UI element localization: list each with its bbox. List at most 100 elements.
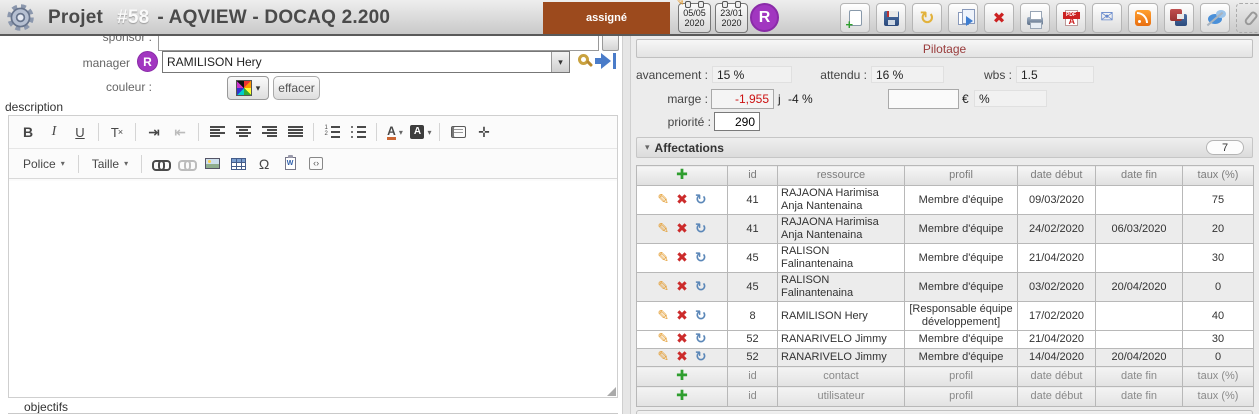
attachment-button[interactable]	[1236, 3, 1259, 33]
end-date-button[interactable]: 23/01 2020	[715, 3, 748, 33]
affectation-row: ✎ ✖ ↻ 41 RAJAONA Harimisa Anja Nantenain…	[637, 215, 1254, 244]
search-icon[interactable]	[578, 54, 589, 65]
manager-label: manager	[0, 56, 130, 70]
end-date-day: 23/01	[720, 8, 743, 18]
underline-button[interactable]: U	[68, 120, 92, 144]
chevron-down-icon[interactable]	[551, 52, 569, 72]
gear-icon[interactable]	[6, 3, 35, 35]
italic-button[interactable]: I	[42, 120, 66, 144]
sponsor-input[interactable]	[158, 34, 599, 51]
copy-button[interactable]	[948, 3, 978, 33]
next-section-header[interactable]	[636, 410, 1253, 414]
new-document-button[interactable]	[840, 3, 870, 33]
refresh-icon[interactable]: ↻	[695, 309, 707, 322]
align-center-button[interactable]	[231, 120, 255, 144]
paste-word-button[interactable]	[278, 152, 302, 176]
row-actions: ✎ ✖ ↻	[637, 331, 728, 349]
cell-date-fin	[1096, 186, 1183, 215]
font-size-dropdown[interactable]: Taille	[86, 153, 134, 175]
clear-color-button[interactable]: effacer	[273, 76, 320, 100]
marge-euro-input[interactable]	[888, 89, 959, 109]
link-icon	[152, 159, 168, 169]
align-left-button[interactable]	[205, 120, 229, 144]
delete-icon[interactable]: ✖	[676, 251, 688, 264]
align-justify-button[interactable]	[283, 120, 307, 144]
unlink-button[interactable]	[174, 152, 198, 176]
marge-days-input[interactable]	[711, 89, 774, 109]
add-button[interactable]: ✚	[637, 367, 728, 387]
delete-icon[interactable]: ✖	[676, 309, 688, 322]
cell-profil: Membre d'équipe	[905, 215, 1018, 244]
pdf-export-button[interactable]	[1056, 3, 1086, 33]
comments-off-button[interactable]	[1200, 3, 1230, 33]
link-button[interactable]	[148, 152, 172, 176]
table-button[interactable]	[226, 152, 250, 176]
edit-icon[interactable]: ✎	[657, 280, 669, 293]
save-button[interactable]	[876, 3, 906, 33]
delete-icon[interactable]: ✖	[676, 350, 688, 363]
refresh-icon[interactable]: ↻	[695, 251, 707, 264]
font-family-dropdown[interactable]: Police	[17, 153, 71, 175]
refresh-icon[interactable]: ↻	[695, 193, 707, 206]
maximize-button[interactable]: ✛	[472, 120, 496, 144]
refresh-button[interactable]: ↻	[912, 3, 942, 33]
priorite-input[interactable]	[714, 112, 760, 131]
source-button[interactable]	[304, 152, 328, 176]
edit-icon[interactable]: ✎	[657, 222, 669, 235]
refresh-icon[interactable]: ↻	[695, 350, 707, 363]
email-button[interactable]: ✉	[1092, 3, 1122, 33]
add-affectation-button[interactable]: ✚	[637, 166, 728, 186]
delete-icon[interactable]: ✖	[676, 193, 688, 206]
save-all-button[interactable]	[1164, 3, 1194, 33]
column-header-id: id	[728, 166, 778, 186]
bold-icon: B	[23, 125, 33, 139]
color-picker-button[interactable]	[227, 76, 269, 100]
bg-color-button[interactable]: A	[409, 120, 433, 144]
delete-icon[interactable]: ✖	[676, 280, 688, 293]
special-char-button[interactable]: Ω	[252, 152, 276, 176]
row-actions: ✎ ✖ ↻	[637, 302, 728, 331]
avancement-label: avancement :	[634, 68, 708, 82]
affectations-section-header[interactable]: Affectations 7	[636, 137, 1253, 158]
remove-format-button[interactable]: T	[105, 120, 129, 144]
go-to-record-icon[interactable]	[601, 53, 611, 69]
bold-button[interactable]: B	[16, 120, 40, 144]
numbered-list-button[interactable]	[320, 120, 344, 144]
bullet-list-button[interactable]	[346, 120, 370, 144]
row-actions: ✎ ✖ ↻	[637, 349, 728, 367]
show-blocks-button[interactable]	[446, 120, 470, 144]
rss-feed-button[interactable]	[1128, 3, 1158, 33]
delete-icon[interactable]: ✖	[676, 332, 688, 345]
edit-icon[interactable]: ✎	[657, 350, 669, 363]
refresh-icon[interactable]: ↻	[695, 222, 707, 235]
add-icon: ✚	[676, 166, 688, 182]
image-button[interactable]	[200, 152, 224, 176]
resize-handle[interactable]	[607, 387, 616, 396]
panel-splitter[interactable]	[622, 36, 631, 414]
start-date-button[interactable]: ✎ 05/05 2020	[678, 3, 711, 33]
edit-icon[interactable]: ✎	[657, 332, 669, 345]
sponsor-action-button[interactable]	[602, 34, 619, 51]
manager-input[interactable]	[163, 52, 551, 72]
cell-id: 45	[728, 244, 778, 273]
refresh-icon[interactable]: ↻	[695, 280, 707, 293]
align-right-button[interactable]	[257, 120, 281, 144]
edit-icon[interactable]: ✎	[657, 309, 669, 322]
pilotage-section-header[interactable]: Pilotage	[636, 39, 1253, 58]
header-toolbar: ↻ ✖ ✉	[840, 3, 1259, 33]
description-textarea[interactable]	[9, 181, 617, 397]
save-icon	[884, 11, 899, 26]
edit-icon[interactable]: ✎	[657, 251, 669, 264]
edit-icon[interactable]: ✎	[657, 193, 669, 206]
indent-decrease-button[interactable]: ⇤	[168, 120, 192, 144]
euro-symbol: €	[962, 92, 969, 106]
cell-name: utilisateur	[778, 387, 905, 407]
indent-increase-button[interactable]: ⇥	[142, 120, 166, 144]
user-avatar[interactable]: R	[750, 3, 779, 32]
delete-icon[interactable]: ✖	[676, 222, 688, 235]
print-button[interactable]	[1020, 3, 1050, 33]
delete-button[interactable]: ✖	[984, 3, 1014, 33]
text-color-button[interactable]: A	[383, 120, 407, 144]
add-button[interactable]: ✚	[637, 387, 728, 407]
refresh-icon[interactable]: ↻	[695, 332, 707, 345]
